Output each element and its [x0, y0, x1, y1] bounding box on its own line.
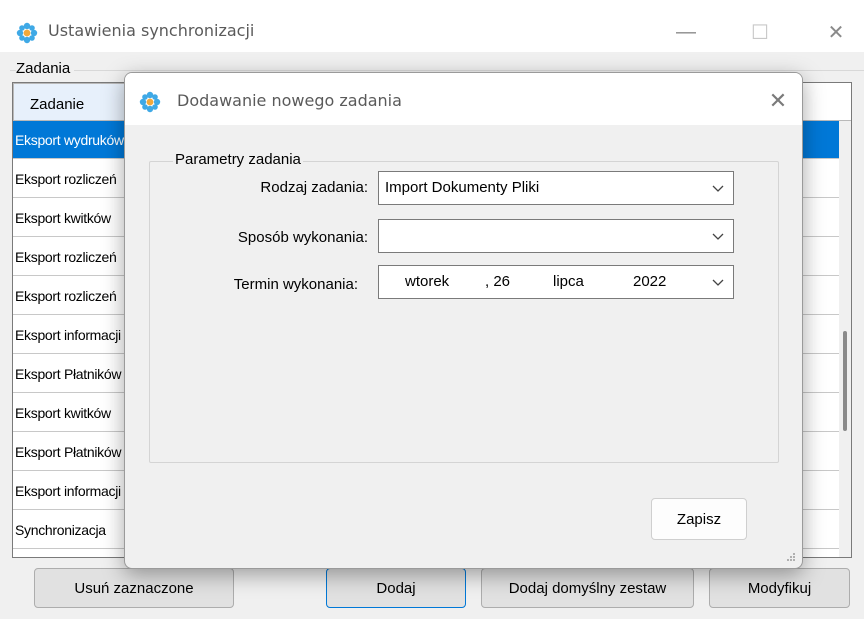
calendar-dropdown-icon[interactable] — [711, 275, 725, 289]
add-task-dialog: Dodawanie nowego zadania ✕ Parametry zad… — [124, 72, 803, 569]
task-name-cell: Eksport Płatników — [13, 433, 129, 470]
add-button[interactable]: Dodaj — [326, 568, 466, 608]
task-name-cell: Eksport rozliczeń — [13, 550, 129, 557]
maximize-button[interactable]: ☐ — [740, 14, 780, 50]
chevron-down-icon — [712, 185, 724, 192]
task-type-label: Rodzaj zadania: — [260, 179, 368, 196]
close-icon: ✕ — [768, 88, 788, 113]
date-month[interactable]: lipca — [553, 273, 584, 290]
due-date-label: Termin wykonania: — [233, 276, 358, 293]
group-border — [10, 70, 864, 71]
app-icon — [16, 22, 38, 44]
task-type-select[interactable]: Import Dokumenty Pliki — [378, 171, 734, 205]
task-name-cell: Eksport Płatników — [13, 355, 129, 392]
resize-grip-icon[interactable] — [786, 552, 796, 562]
task-name-cell: Eksport kwitków — [13, 394, 129, 431]
window-title: Ustawienia synchronizacji — [48, 21, 255, 40]
dialog-close-button[interactable]: ✕ — [761, 85, 795, 117]
task-name-cell: Eksport informacji — [13, 472, 129, 509]
fieldset-label: Parametry zadania — [173, 151, 303, 168]
task-parameters-fieldset — [149, 161, 779, 463]
dialog-title: Dodawanie nowego zadania — [177, 91, 402, 110]
execution-mode-label: Sposób wykonania: — [237, 229, 368, 246]
date-weekday[interactable]: wtorek — [405, 273, 449, 290]
task-name-cell: Eksport wydruków — [13, 121, 129, 158]
task-name-cell: Eksport rozliczeń — [13, 160, 129, 197]
chevron-down-icon — [712, 233, 724, 240]
minimize-icon: — — [676, 20, 696, 43]
column-header-task[interactable]: Zadanie — [13, 83, 129, 121]
close-button[interactable]: ✕ — [816, 14, 856, 50]
date-year[interactable]: 2022 — [633, 273, 666, 290]
execution-mode-select[interactable] — [378, 219, 734, 253]
add-default-set-button[interactable]: Dodaj domyślny zestaw — [481, 568, 694, 608]
maximize-icon: ☐ — [751, 21, 769, 44]
due-date-picker[interactable]: wtorek , 26 lipca 2022 — [378, 265, 734, 299]
task-name-cell: Eksport rozliczeń — [13, 277, 129, 314]
dialog-title-bar: Dodawanie nowego zadania ✕ — [125, 73, 802, 125]
close-icon: ✕ — [827, 21, 845, 44]
minimize-button[interactable]: — — [666, 14, 706, 50]
dialog-app-icon — [139, 91, 161, 113]
task-type-value: Import Dokumenty Pliki — [385, 179, 540, 196]
date-day[interactable]: , 26 — [485, 273, 510, 290]
scrollbar-thumb[interactable] — [843, 331, 847, 431]
task-name-cell: Eksport rozliczeń — [13, 238, 129, 275]
tasks-group-label: Zadania — [16, 60, 75, 77]
remove-selected-button[interactable]: Usuń zaznaczone — [34, 568, 234, 608]
vertical-scrollbar[interactable] — [839, 121, 851, 557]
task-name-cell: Eksport informacji — [13, 316, 129, 353]
save-button[interactable]: Zapisz — [651, 498, 747, 540]
modify-button[interactable]: Modyfikuj — [709, 568, 850, 608]
task-name-cell: Synchronizacja — [13, 511, 129, 548]
task-name-cell: Eksport kwitków — [13, 199, 129, 236]
title-bar: Ustawienia synchronizacji — ☐ ✕ — [0, 0, 864, 52]
